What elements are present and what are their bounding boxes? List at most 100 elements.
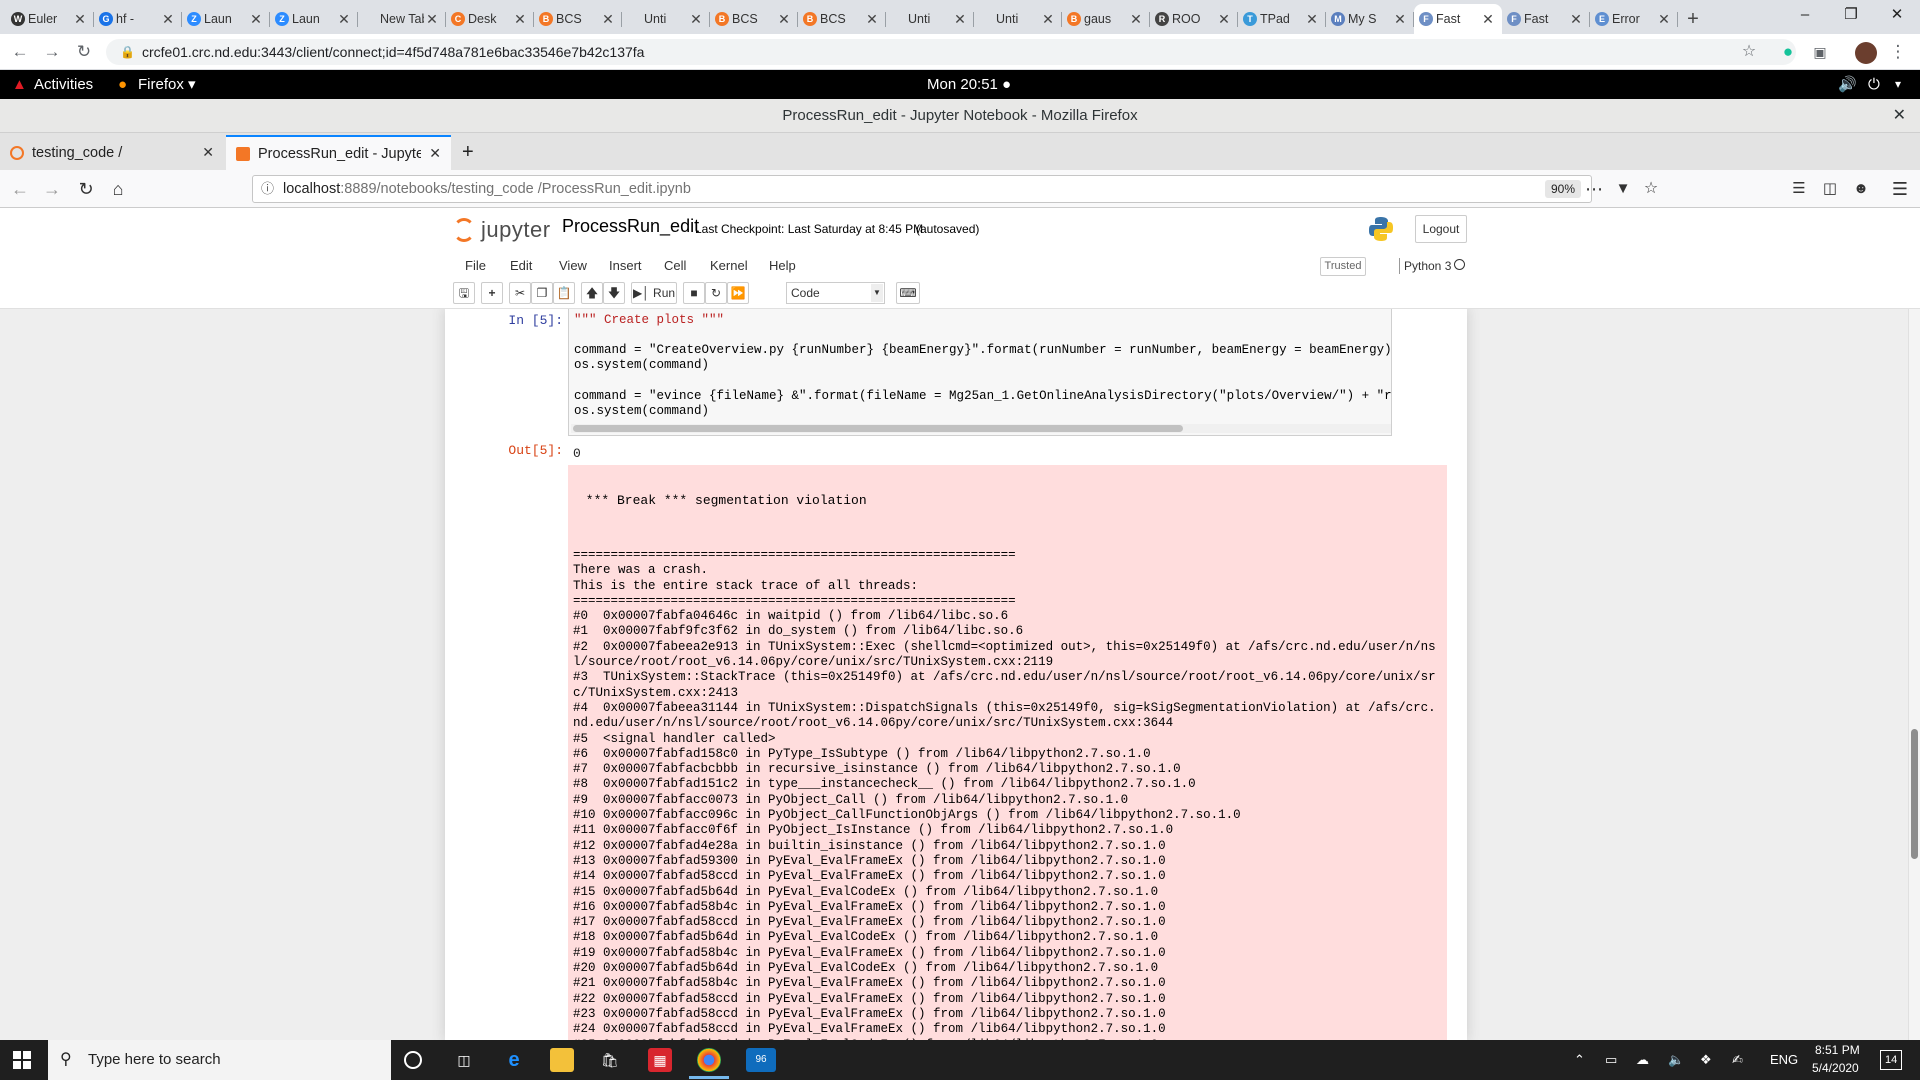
zoom-badge[interactable]: 90% bbox=[1544, 180, 1581, 198]
tab-close-icon[interactable]: ✕ bbox=[202, 144, 214, 161]
tab-close-icon[interactable]: ✕ bbox=[1480, 11, 1496, 28]
tab-close-icon[interactable]: ✕ bbox=[776, 11, 792, 28]
activities-button[interactable]: Activities bbox=[34, 70, 93, 99]
library-icon[interactable]: ☰ bbox=[1787, 177, 1811, 201]
gift-app-icon[interactable]: ▦ bbox=[648, 1048, 672, 1072]
edge-icon[interactable]: e bbox=[502, 1048, 526, 1072]
tab-close-icon[interactable]: ✕ bbox=[160, 11, 176, 28]
copy-icon[interactable]: ❐ bbox=[531, 282, 553, 304]
chrome-tab[interactable]: B BCS ✕ bbox=[710, 4, 798, 34]
cortana-icon[interactable] bbox=[404, 1051, 422, 1069]
ff-home-icon[interactable]: ⌂ bbox=[106, 177, 130, 201]
ff-menu-icon[interactable]: ☰ bbox=[1888, 177, 1912, 201]
move-up-icon[interactable]: 🡅 bbox=[581, 282, 603, 304]
onedrive-icon[interactable]: ☁ bbox=[1636, 1040, 1649, 1080]
kernel-name[interactable]: Python 3 bbox=[1399, 258, 1451, 274]
tab-close-icon[interactable]: ✕ bbox=[1304, 11, 1320, 28]
chrome-tab[interactable]: Unti ✕ bbox=[622, 4, 710, 34]
chrome-menu-icon[interactable]: ⋮ bbox=[1886, 40, 1910, 64]
language-indicator[interactable]: ENG bbox=[1770, 1040, 1798, 1080]
chrome-tab[interactable]: Bgaus ✕ bbox=[1062, 4, 1150, 34]
system-menu-chevron-icon[interactable]: ▾ bbox=[1895, 70, 1901, 99]
chrome-tab[interactable]: F Fast ✕ bbox=[1502, 4, 1590, 34]
menu-insert[interactable]: Insert bbox=[609, 252, 642, 280]
windows-search-box[interactable]: ⚲ Type here to search bbox=[48, 1040, 391, 1080]
profile-avatar[interactable] bbox=[1855, 42, 1877, 64]
file-explorer-icon[interactable] bbox=[550, 1048, 574, 1072]
firefox-close-icon[interactable]: ✕ bbox=[1893, 99, 1906, 133]
power-icon[interactable]: ⏻ bbox=[1868, 70, 1880, 99]
chrome-tab[interactable]: C Desk ✕ bbox=[446, 4, 534, 34]
tab-close-icon[interactable]: ✕ bbox=[600, 11, 616, 28]
menu-cell[interactable]: Cell bbox=[664, 252, 686, 280]
tab-close-icon[interactable]: ✕ bbox=[1568, 11, 1584, 28]
notebook-name[interactable]: ProcessRun_edit bbox=[562, 216, 699, 237]
extension-icon[interactable]: ▣ bbox=[1808, 40, 1832, 64]
restart-run-all-icon[interactable]: ⏩ bbox=[727, 282, 749, 304]
taskbar-date[interactable]: 5/4/2020 bbox=[1812, 1061, 1859, 1075]
tray-overflow-icon[interactable]: ⌃ bbox=[1574, 1040, 1585, 1080]
chrome-tab[interactable]: M My S ✕ bbox=[1326, 4, 1414, 34]
code-cell-input[interactable]: """ Create plots """ command = "CreateOv… bbox=[568, 309, 1392, 436]
tab-close-icon[interactable]: ✕ bbox=[72, 11, 88, 28]
gnome-clock[interactable]: Mon 20:51 ● bbox=[927, 70, 1011, 99]
chrome-back-icon[interactable]: ← bbox=[8, 40, 32, 64]
logout-button[interactable]: Logout bbox=[1415, 215, 1467, 243]
battery-icon[interactable]: ▭ bbox=[1605, 1040, 1617, 1080]
mail-icon[interactable]: 96 bbox=[746, 1048, 776, 1072]
restore-icon[interactable]: ❐ bbox=[1828, 0, 1874, 30]
page-vertical-scrollbar[interactable] bbox=[1908, 309, 1920, 1040]
tab-close-icon[interactable]: ✕ bbox=[1216, 11, 1232, 28]
tab-close-icon[interactable]: ✕ bbox=[336, 11, 352, 28]
dropbox-icon[interactable]: ❖ bbox=[1700, 1040, 1712, 1080]
info-icon[interactable]: ⓘ bbox=[261, 176, 274, 202]
keyboard-icon[interactable]: ⌨ bbox=[896, 282, 920, 304]
cell-type-select[interactable]: Code ▼ bbox=[786, 282, 885, 304]
pen-icon[interactable]: ✍ bbox=[1732, 1040, 1743, 1080]
chrome-tab[interactable]: E Error ✕ bbox=[1590, 4, 1678, 34]
run-button[interactable]: ▶│ Run bbox=[631, 282, 677, 304]
ff-tab-testing-code[interactable]: testing_code / ✕ bbox=[0, 135, 224, 170]
tab-close-icon[interactable]: ✕ bbox=[952, 11, 968, 28]
paste-icon[interactable]: 📋 bbox=[553, 282, 575, 304]
tab-close-icon[interactable]: ✕ bbox=[1392, 11, 1408, 28]
minimize-icon[interactable]: – bbox=[1782, 0, 1828, 30]
save-icon[interactable]: 🖫 bbox=[453, 282, 475, 304]
ff-url-bar[interactable]: ⓘ localhost:8889/notebooks/testing_code … bbox=[252, 175, 1592, 203]
notifications-badge[interactable]: 14 bbox=[1880, 1050, 1903, 1070]
chrome-tab[interactable]: W Euler ✕ bbox=[6, 4, 94, 34]
chrome-tab[interactable]: Z Laun ✕ bbox=[270, 4, 358, 34]
task-view-icon[interactable]: ◫ bbox=[452, 1048, 476, 1072]
move-down-icon[interactable]: 🡇 bbox=[603, 282, 625, 304]
ff-new-tab-button[interactable]: + bbox=[452, 135, 484, 170]
tab-close-icon[interactable]: ✕ bbox=[1040, 11, 1056, 28]
jupyter-logo[interactable]: jupyter bbox=[453, 215, 551, 245]
chrome-tab[interactable]: Unti ✕ bbox=[974, 4, 1062, 34]
interrupt-icon[interactable]: ■ bbox=[683, 282, 705, 304]
chrome-new-tab-button[interactable]: + bbox=[1678, 4, 1708, 34]
tab-close-icon[interactable]: ✕ bbox=[1128, 11, 1144, 28]
chrome-tab[interactable]: T TPad ✕ bbox=[1238, 4, 1326, 34]
chrome-tab[interactable]: Unti ✕ bbox=[886, 4, 974, 34]
grammarly-icon[interactable]: ● bbox=[1776, 40, 1800, 64]
tray-volume-icon[interactable]: 🔈 bbox=[1668, 1040, 1684, 1080]
chrome-tab[interactable]: New Tab ✕ bbox=[358, 4, 446, 34]
page-actions-icon[interactable]: ⋯ bbox=[1582, 177, 1606, 201]
ff-reload-icon[interactable]: ↻ bbox=[74, 177, 98, 201]
menu-file[interactable]: File bbox=[465, 252, 486, 280]
windows-start-icon[interactable] bbox=[13, 1051, 31, 1069]
ff-bookmark-star-icon[interactable]: ☆ bbox=[1639, 177, 1663, 201]
tab-close-icon[interactable]: ✕ bbox=[512, 11, 528, 28]
account-icon[interactable]: ☻ bbox=[1849, 177, 1873, 201]
ff-tab-processrun-edit[interactable]: ProcessRun_edit - Jupyte ✕ bbox=[226, 135, 451, 170]
ff-forward-icon[interactable]: → bbox=[40, 177, 64, 201]
cut-icon[interactable]: ✂ bbox=[509, 282, 531, 304]
tab-close-icon[interactable]: ✕ bbox=[1656, 11, 1672, 28]
chrome-forward-icon[interactable]: → bbox=[40, 40, 64, 64]
menu-help[interactable]: Help bbox=[769, 252, 796, 280]
store-icon[interactable]: 🛍 bbox=[598, 1048, 622, 1072]
scroll-thumb[interactable] bbox=[573, 425, 1183, 432]
chrome-tab[interactable]: F Fast ✕ bbox=[1414, 4, 1502, 34]
taskbar-time[interactable]: 8:51 PM bbox=[1815, 1043, 1860, 1057]
menu-kernel[interactable]: Kernel bbox=[710, 252, 748, 280]
